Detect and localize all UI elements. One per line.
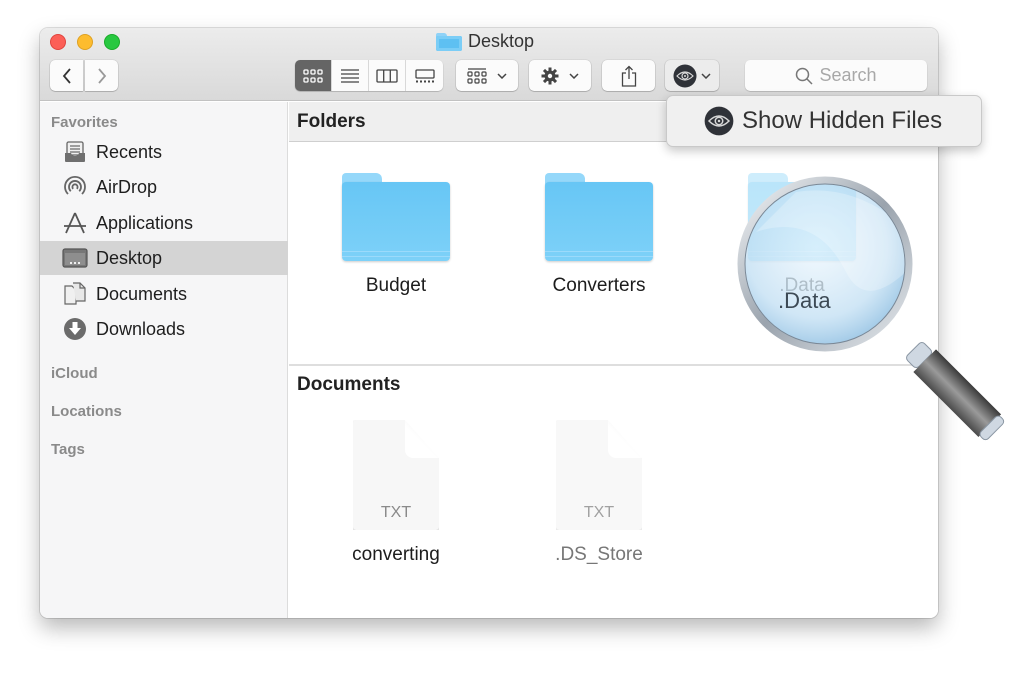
view-mode-control bbox=[295, 60, 443, 91]
show-hidden-files-menu-item[interactable]: Show Hidden Files bbox=[666, 95, 982, 147]
folder-icon bbox=[545, 173, 653, 261]
zoom-button[interactable] bbox=[104, 34, 120, 50]
document-item-ds-store[interactable]: TXT .DS_Store bbox=[529, 420, 669, 566]
list-icon bbox=[341, 68, 359, 83]
sidebar-item-label: Recents bbox=[96, 141, 163, 162]
sidebar-heading-tags[interactable]: Tags bbox=[51, 441, 85, 458]
sidebar-heading-icloud[interactable]: iCloud bbox=[51, 365, 98, 382]
sidebar-item-label: Desktop bbox=[96, 247, 163, 268]
sidebar-item-label: Documents bbox=[96, 283, 188, 304]
sidebar-item-label: Downloads bbox=[96, 318, 186, 339]
menu-item-label: Show Hidden Files bbox=[742, 107, 943, 134]
sidebar-item-label: AirDrop bbox=[96, 176, 158, 197]
columns-icon bbox=[376, 68, 398, 83]
minimize-button[interactable] bbox=[77, 34, 93, 50]
chevron-down-icon bbox=[497, 72, 507, 79]
text-file-icon: TXT bbox=[556, 420, 642, 530]
airdrop-icon bbox=[62, 175, 88, 199]
downloads-icon bbox=[62, 317, 88, 341]
eye-icon bbox=[673, 64, 697, 87]
gear-icon bbox=[541, 67, 559, 84]
window-title-text: Desktop bbox=[468, 31, 535, 51]
group-grid-icon bbox=[467, 67, 487, 84]
documents-icon bbox=[62, 282, 88, 306]
eye-icon bbox=[704, 106, 734, 136]
desktop-icon bbox=[62, 246, 88, 270]
gallery-view-button[interactable] bbox=[406, 60, 443, 91]
back-button[interactable] bbox=[50, 60, 83, 91]
icon-view-button[interactable] bbox=[295, 60, 332, 91]
sidebar-item-airdrop[interactable]: AirDrop bbox=[40, 170, 288, 204]
share-button[interactable] bbox=[602, 60, 655, 91]
document-item-converting[interactable]: TXT converting bbox=[326, 420, 466, 566]
close-button[interactable] bbox=[50, 34, 66, 50]
chevron-left-icon bbox=[62, 67, 71, 84]
show-hidden-toggle-button[interactable] bbox=[665, 60, 719, 91]
column-view-button[interactable] bbox=[369, 60, 406, 91]
sidebar-item-documents[interactable]: Documents bbox=[40, 277, 288, 311]
sidebar-item-applications[interactable]: Applications bbox=[40, 206, 288, 240]
sidebar-item-desktop[interactable]: Desktop bbox=[40, 241, 288, 275]
gallery-icon bbox=[414, 68, 435, 82]
hidden-folder-icon bbox=[748, 173, 856, 261]
file-browser: Folders Budget Converters .Data Document… bbox=[289, 102, 938, 618]
sidebar-heading-favorites: Favorites bbox=[51, 114, 118, 131]
folder-name: Budget bbox=[365, 275, 427, 296]
folder-icon bbox=[342, 173, 450, 261]
applications-icon bbox=[62, 211, 88, 235]
folder-item-data-hidden[interactable]: .Data bbox=[732, 173, 872, 297]
search-icon bbox=[796, 67, 813, 85]
recents-tray-icon bbox=[62, 140, 88, 164]
list-view-button[interactable] bbox=[332, 60, 369, 91]
folder-item-converters[interactable]: Converters bbox=[529, 173, 669, 297]
folder-name: Converters bbox=[552, 275, 646, 296]
chevron-down-icon bbox=[701, 72, 711, 79]
document-name: .DS_Store bbox=[555, 544, 643, 565]
sidebar-item-downloads[interactable]: Downloads bbox=[40, 312, 288, 346]
sidebar-heading-locations[interactable]: Locations bbox=[51, 403, 122, 420]
toolbar: Desktop Search bbox=[40, 28, 938, 101]
chevron-right-icon bbox=[97, 67, 106, 84]
sidebar-item-recents[interactable]: Recents bbox=[40, 135, 288, 169]
folder-name: .Data bbox=[779, 275, 825, 296]
file-extension: TXT bbox=[583, 504, 615, 521]
sidebar: Favorites Recents AirDrop Applications D… bbox=[40, 102, 288, 618]
search-placeholder: Search bbox=[819, 65, 877, 85]
folder-item-budget[interactable]: Budget bbox=[326, 173, 466, 297]
forward-button[interactable] bbox=[85, 60, 118, 91]
window-title: Desktop bbox=[436, 31, 534, 52]
grid-icon bbox=[303, 68, 323, 83]
search-field[interactable]: Search bbox=[745, 60, 927, 91]
text-file-icon: TXT bbox=[353, 420, 439, 530]
group-by-button[interactable] bbox=[456, 60, 518, 91]
documents-section-header: Documents bbox=[289, 364, 938, 404]
share-icon bbox=[621, 65, 636, 87]
sidebar-item-label: Applications bbox=[96, 212, 194, 233]
document-name: converting bbox=[352, 544, 440, 565]
action-button[interactable] bbox=[529, 60, 591, 91]
folder-icon bbox=[436, 32, 462, 51]
file-extension: TXT bbox=[380, 504, 412, 521]
chevron-down-icon bbox=[569, 72, 579, 79]
